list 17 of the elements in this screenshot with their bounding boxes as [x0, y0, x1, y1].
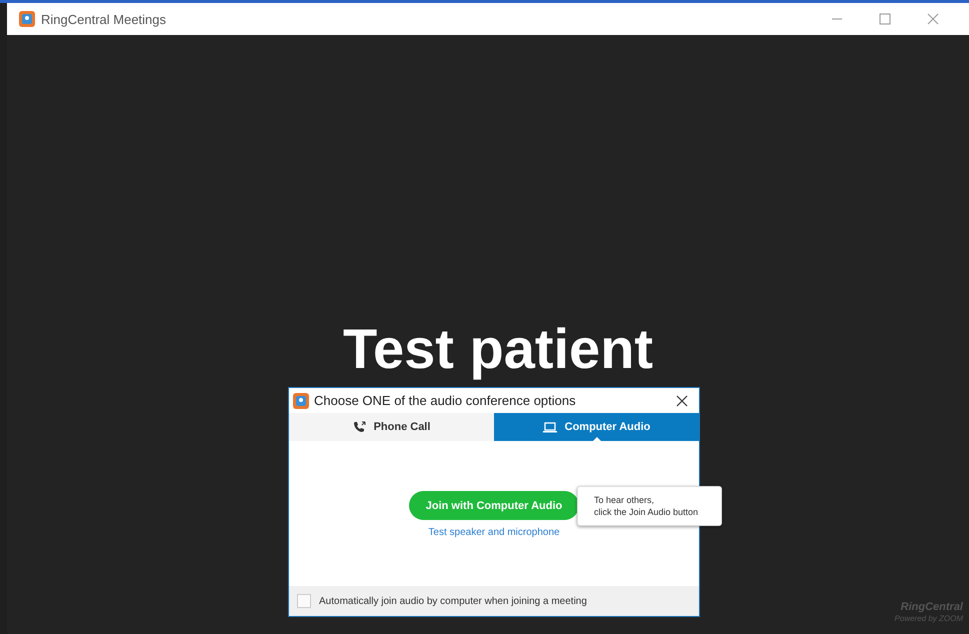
app-icon [19, 11, 35, 27]
auto-join-label: Automatically join audio by computer when joining a meeting [319, 596, 587, 606]
join-audio-button[interactable]: Join with Computer Audio [408, 491, 580, 520]
app-icon [293, 392, 309, 408]
window-title: RingCentral Meetings [41, 12, 166, 26]
meeting-name: Test patient [342, 317, 654, 381]
checkbox[interactable] [297, 594, 311, 608]
dialog-title: Choose ONE of the audio conference options [314, 393, 577, 408]
tooltip-text: To hear others, [594, 494, 656, 506]
phone-icon [352, 421, 366, 433]
tab[interactable]: Computer Audio [494, 413, 699, 441]
maximize-icon[interactable] [879, 13, 891, 25]
close-icon[interactable] [676, 394, 688, 406]
tooltip-text: click the Join Audio button [594, 506, 700, 518]
tab[interactable]: Phone Call [289, 413, 494, 441]
laptop-icon [542, 422, 557, 432]
test-audio-link[interactable]: Test speaker and microphone [428, 527, 560, 538]
